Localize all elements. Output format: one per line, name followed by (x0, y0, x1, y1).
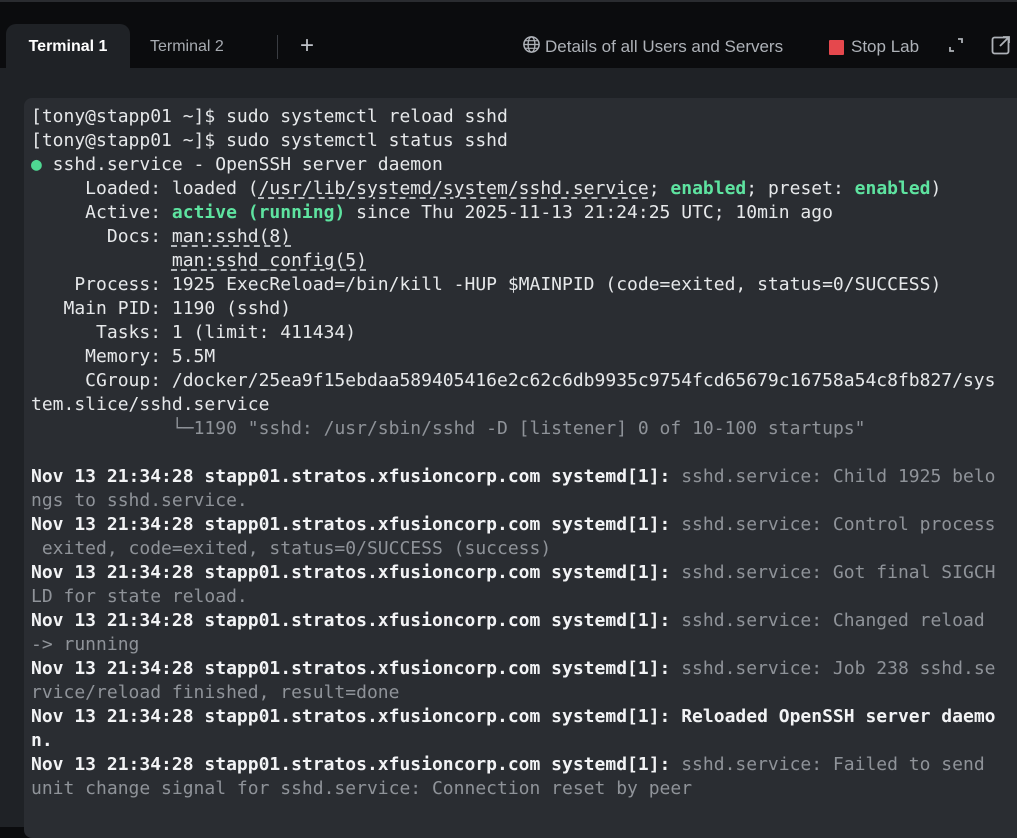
terminal-line: Loaded: loaded (/usr/lib/systemd/system/… (31, 177, 1017, 201)
terminal-panel: [tony@stapp01 ~]$ sudo systemctl reload … (0, 68, 1017, 838)
log-line: Nov 13 21:34:28 stapp01.stratos.xfusionc… (31, 513, 1017, 537)
terminal-output[interactable]: [tony@stapp01 ~]$ sudo systemctl reload … (24, 98, 1017, 838)
details-users-servers-button[interactable]: Details of all Users and Servers (522, 36, 783, 58)
log-message: sshd.service: Job 238 sshd.se (681, 658, 996, 679)
prompt: [tony@stapp01 ~]$ (31, 106, 227, 127)
terminal-line: Active: active (running) since Thu 2025-… (31, 201, 1017, 225)
log-line: Nov 13 21:34:28 stapp01.stratos.xfusionc… (31, 609, 1017, 633)
log-line: Nov 13 21:34:28 stapp01.stratos.xfusionc… (31, 561, 1017, 585)
log-line: -> running (31, 634, 140, 655)
active-since: since Thu 2025-11-13 21:24:25 UTC; 10min… (345, 202, 833, 223)
details-label: Details of all Users and Servers (545, 37, 784, 56)
tab-divider (277, 35, 278, 59)
terminal-line: Docs: man:sshd(8) (31, 225, 1017, 249)
terminal-line: man:sshd_config(5) (31, 249, 1017, 273)
log-message: sshd.service: Changed reload (681, 610, 985, 631)
enabled-status: enabled (670, 178, 747, 199)
log-message: sshd.service: Got final SIGCH (681, 562, 996, 583)
stop-lab-button[interactable]: Stop Lab (829, 36, 919, 58)
log-prefix: Nov 13 21:34:28 stapp01.stratos.xfusionc… (31, 706, 682, 727)
active-label: Active: (31, 202, 172, 223)
log-line: unit change signal for sshd.service: Con… (31, 778, 693, 799)
expand-icon (947, 36, 965, 59)
terminal-line: Tasks: 1 (limit: 411434) (31, 322, 357, 343)
docs-label: Docs: (31, 226, 172, 247)
closing-paren: ) (930, 178, 942, 199)
command: sudo systemctl reload sshd (226, 106, 508, 127)
terminal-line: └─1190 "sshd: /usr/sbin/sshd -D [listene… (31, 417, 1017, 441)
log-line: Nov 13 21:34:28 stapp01.stratos.xfusionc… (31, 465, 1017, 489)
status-dot-icon: ● (31, 154, 42, 175)
log-line: rvice/reload finished, result=done (31, 682, 400, 703)
open-external-icon (990, 34, 1012, 61)
preset-enabled-status: enabled (854, 178, 931, 199)
log-line: Nov 13 21:34:28 stapp01.stratos.xfusionc… (31, 705, 1017, 729)
terminal-line: Main PID: 1190 (sshd) (31, 298, 292, 319)
log-message: Reloaded OpenSSH server daemo (681, 706, 996, 727)
log-line: ngs to sshd.service. (31, 490, 248, 511)
tab-terminal-2[interactable]: Terminal 2 (150, 24, 224, 70)
stop-icon (829, 39, 844, 55)
terminal-line: [tony@stapp01 ~]$ sudo systemctl status … (31, 129, 1017, 153)
log-line: n. (31, 730, 53, 751)
preset-label: ; preset: (746, 178, 855, 199)
cgroup-process: └─1190 "sshd: /usr/sbin/sshd -D [listene… (171, 418, 866, 439)
expand-button[interactable] (947, 36, 965, 58)
command: sudo systemctl status sshd (226, 130, 508, 151)
add-tab-button[interactable]: + (300, 31, 314, 61)
log-prefix: Nov 13 21:34:28 stapp01.stratos.xfusionc… (31, 610, 682, 631)
loaded-label: Loaded: loaded ( (31, 178, 259, 199)
terminal-line: tem.slice/sshd.service (31, 394, 270, 415)
log-prefix: Nov 13 21:34:28 stapp01.stratos.xfusionc… (31, 562, 682, 583)
terminal-line: CGroup: /docker/25ea9f15ebdaa589405416e2… (31, 370, 996, 391)
active-status: active (running) (171, 202, 346, 223)
log-prefix: Nov 13 21:34:28 stapp01.stratos.xfusionc… (31, 754, 682, 775)
log-message: sshd.service: Failed to send (681, 754, 985, 775)
separator-text: ; (648, 178, 671, 199)
log-prefix: Nov 13 21:34:28 stapp01.stratos.xfusionc… (31, 466, 682, 487)
log-prefix: Nov 13 21:34:28 stapp01.stratos.xfusionc… (31, 514, 682, 535)
tab-bar: Terminal 1 Terminal 2 + Details of all U… (0, 0, 1017, 70)
unit-file-link[interactable]: /usr/lib/systemd/system/sshd.service (259, 178, 649, 199)
tab-terminal-1[interactable]: Terminal 1 (6, 24, 130, 70)
log-message: sshd.service: Control process (681, 514, 996, 535)
terminal-line: Process: 1925 ExecReload=/bin/kill -HUP … (31, 274, 942, 295)
prompt: [tony@stapp01 ~]$ (31, 130, 227, 151)
doc-link-sshd[interactable]: man:sshd(8) (172, 226, 291, 247)
log-line: LD for state reload. (31, 586, 248, 607)
terminal-line: ● sshd.service - OpenSSH server daemon (31, 153, 1017, 177)
open-external-button[interactable] (990, 34, 1012, 61)
globe-icon (522, 35, 541, 59)
log-line: Nov 13 21:34:28 stapp01.stratos.xfusionc… (31, 753, 1017, 777)
log-line: exited, code=exited, status=0/SUCCESS (s… (31, 538, 552, 559)
log-line: Nov 13 21:34:28 stapp01.stratos.xfusionc… (31, 657, 1017, 681)
log-message: sshd.service: Child 1925 belo (681, 466, 996, 487)
service-title: sshd.service - OpenSSH server daemon (41, 154, 443, 175)
terminal-line: [tony@stapp01 ~]$ sudo systemctl reload … (31, 105, 1017, 129)
terminal-line: Memory: 5.5M (31, 346, 216, 367)
log-prefix: Nov 13 21:34:28 stapp01.stratos.xfusionc… (31, 658, 682, 679)
doc-link-sshd-config[interactable]: man:sshd_config(5) (172, 250, 367, 271)
stop-lab-label: Stop Lab (851, 37, 920, 56)
